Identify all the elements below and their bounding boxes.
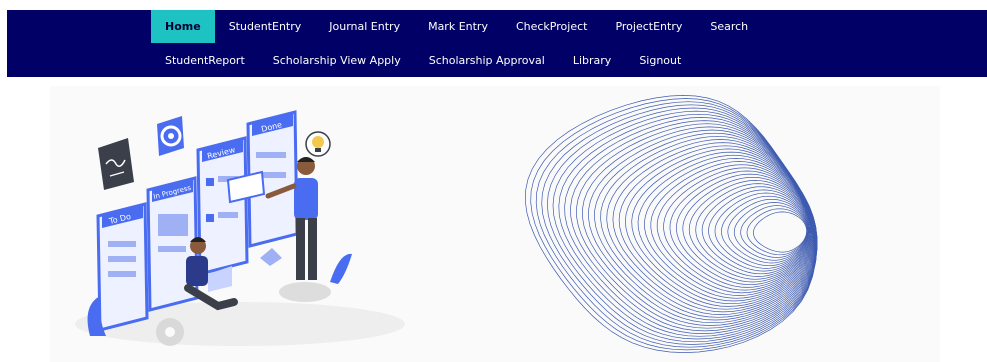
nav-row-primary: Home StudentEntry Journal Entry Mark Ent… [151,10,762,43]
lightbulb-icon [305,131,331,157]
main-navbar: Home StudentEntry Journal Entry Mark Ent… [7,10,987,77]
nav-scholarship-view-apply[interactable]: Scholarship View Apply [259,43,415,77]
nav-home[interactable]: Home [151,10,215,43]
nav-project-entry[interactable]: ProjectEntry [601,10,696,43]
chalkboard-icon [98,138,134,190]
nav-student-entry[interactable]: StudentEntry [215,10,316,43]
abstract-wave-art [524,95,818,353]
nav-journal-entry[interactable]: Journal Entry [315,10,414,43]
card-review: Review [196,136,249,276]
nav-library[interactable]: Library [559,43,625,77]
gear-icon [156,318,184,346]
nav-scholarship-approval[interactable]: Scholarship Approval [415,43,559,77]
wave-line [530,98,816,351]
card-todo: To Do [96,202,149,332]
nav-check-project[interactable]: CheckProject [502,10,601,43]
gear-badge-icon [157,116,184,156]
wave-line [552,110,818,340]
nav-row-secondary: StudentReport Scholarship View Apply Sch… [151,43,695,77]
wave-line [594,132,818,321]
wave-line [733,202,809,261]
nav-signout[interactable]: Signout [625,43,695,77]
nav-search[interactable]: Search [696,10,762,43]
plant-right [330,253,352,284]
hero-banner: To Do In Progress Review Done [50,86,940,362]
wave-line [746,208,808,256]
kanban-illustration: To Do In Progress Review Done [75,110,405,346]
like-icon [260,248,282,266]
nav-student-report[interactable]: StudentReport [151,43,259,77]
wave-line [558,113,818,337]
wave-line [676,173,813,286]
wave-line [727,198,809,264]
wave-line [708,189,811,272]
wave-line [753,211,807,253]
nav-mark-entry[interactable]: Mark Entry [414,10,502,43]
wave-line [701,186,811,275]
